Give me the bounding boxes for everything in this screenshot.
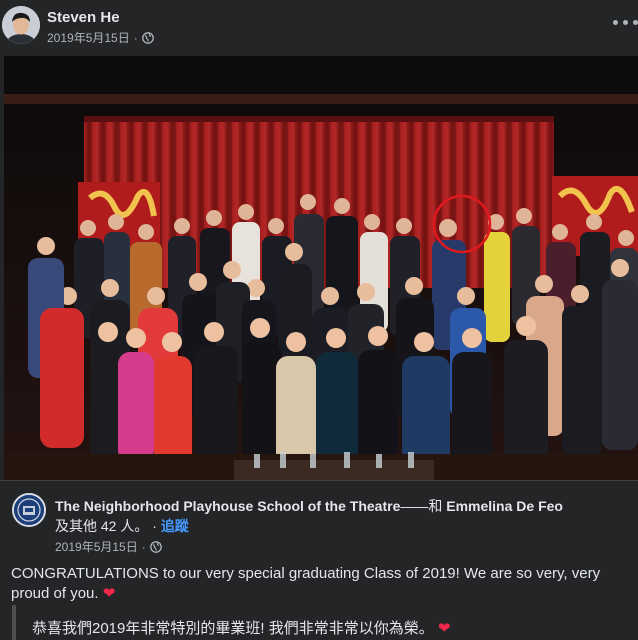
post-message: CONGRATULATIONS to our very special grad… <box>11 564 631 604</box>
translation-text: 恭喜我們2019年非常特別的畢業班! 我們非常非常以你為榮。 <box>32 620 434 637</box>
meta-separator: · <box>133 30 138 45</box>
others-separator: 。 · <box>134 518 157 534</box>
author-avatar[interactable] <box>2 6 40 44</box>
tagged-person-link[interactable]: Emmelina De Feo <box>446 498 563 514</box>
follow-button[interactable]: 追蹤 <box>161 518 189 534</box>
group-photo[interactable] <box>4 56 638 480</box>
post-meta: 2019年5月15日 · <box>47 29 154 46</box>
post-header: Steven He 2019年5月15日 · <box>0 0 638 56</box>
page-name-link[interactable]: The Neighborhood Playhouse School of the… <box>55 498 400 514</box>
page-logo[interactable] <box>12 493 46 527</box>
group-photo-image <box>4 56 638 480</box>
more-options-icon[interactable] <box>598 10 638 34</box>
shared-header-line-2: 及其他 42 人。 · 追蹤 <box>55 516 189 536</box>
shared-meta-separator: · <box>141 539 146 554</box>
shared-meta: 2019年5月15日 · <box>55 538 162 555</box>
post-message-text: CONGRATULATIONS to our very special grad… <box>11 565 601 602</box>
shared-date[interactable]: 2019年5月15日 <box>55 538 138 555</box>
post-date[interactable]: 2019年5月15日 <box>47 29 130 46</box>
shared-header-line: The Neighborhood Playhouse School of the… <box>55 496 625 516</box>
heart-emoji: ❤ <box>102 585 116 602</box>
heart-emoji-translation: ❤ <box>437 620 451 637</box>
others-link[interactable]: 及其他 42 人 <box>55 518 134 534</box>
translation-quote: 恭喜我們2019年非常特別的畢業班! 我們非常非常以你為榮。 ❤ <box>12 605 638 640</box>
globe-icon[interactable] <box>149 540 162 553</box>
author-name[interactable]: Steven He <box>47 9 120 26</box>
globe-icon[interactable] <box>141 31 154 44</box>
with-text: ——和 <box>400 498 443 514</box>
